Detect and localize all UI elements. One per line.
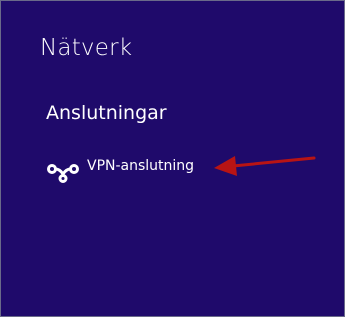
connection-label: VPN-anslutning (87, 158, 195, 174)
pane-title: Nätverk (40, 35, 133, 61)
connection-item-vpn[interactable]: VPN-anslutning (41, 151, 201, 185)
annotation-arrow (214, 156, 316, 176)
vpn-icon (47, 164, 79, 183)
connections-heading: Anslutningar (46, 102, 167, 124)
network-pane: Nätverk Anslutningar VPN-anslutning (0, 0, 345, 317)
